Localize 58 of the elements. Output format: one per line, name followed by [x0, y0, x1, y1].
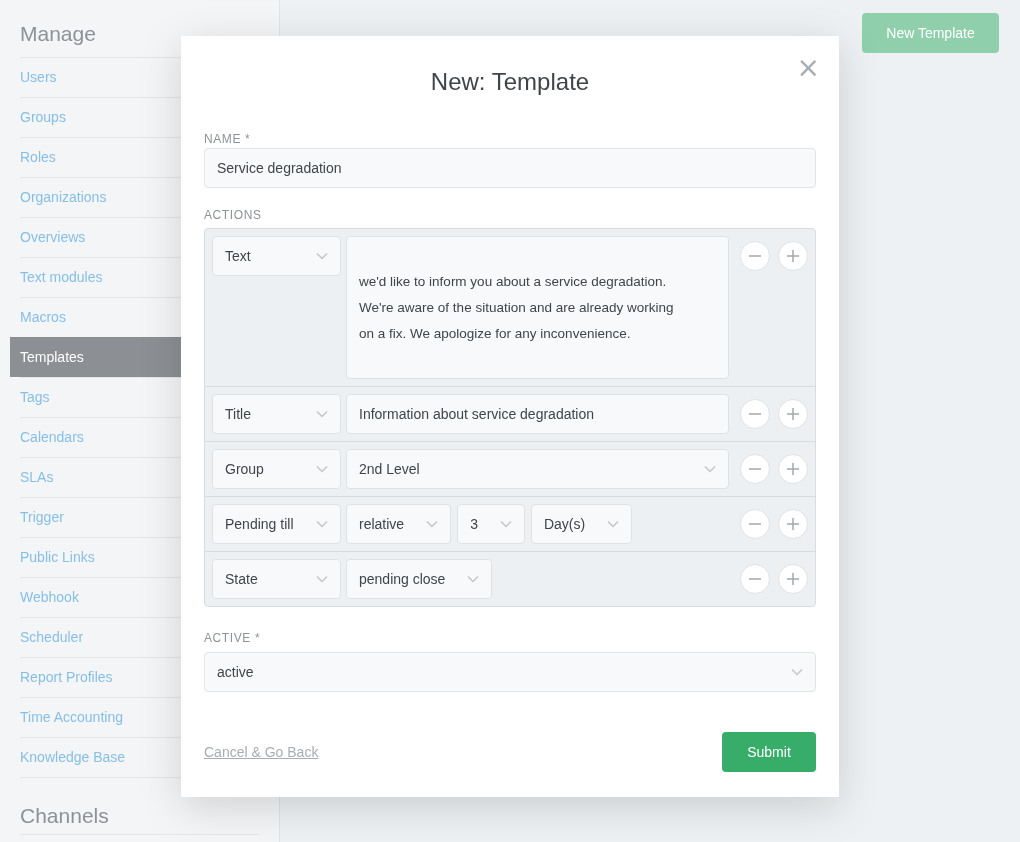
select-field[interactable]: State — [212, 559, 341, 599]
minus-icon — [749, 523, 761, 525]
select-value: relative — [359, 514, 405, 534]
select-field[interactable]: 3 — [457, 504, 525, 544]
add-button[interactable] — [778, 509, 808, 539]
chevron-down-icon — [316, 575, 328, 583]
select-field[interactable]: pending close — [346, 559, 493, 599]
close-button[interactable]: × — [796, 54, 820, 82]
select-field[interactable]: 2nd Level — [346, 449, 729, 489]
select-field[interactable]: Title — [212, 394, 341, 434]
submit-button[interactable]: Submit — [722, 732, 816, 772]
select-value: Day(s) — [543, 514, 586, 534]
remove-button[interactable] — [740, 454, 770, 484]
new-template-button[interactable]: New Template — [862, 13, 999, 53]
chevron-down-icon — [316, 520, 328, 528]
section-heading: Channels — [20, 803, 110, 829]
add-button[interactable] — [778, 454, 808, 484]
chevron-down-icon — [499, 520, 512, 528]
select-field[interactable]: relative — [346, 504, 452, 544]
select-field[interactable]: Group — [212, 449, 341, 489]
select-field[interactable]: Text — [212, 236, 341, 276]
remove-button[interactable] — [740, 399, 770, 429]
section-heading: Manage — [19, 21, 97, 47]
add-button[interactable] — [778, 241, 808, 271]
chevron-down-icon — [316, 252, 328, 260]
add-button[interactable] — [778, 564, 808, 594]
plus-icon — [787, 408, 799, 420]
minus-icon — [749, 578, 761, 580]
chevron-down-icon — [467, 575, 480, 583]
select-value: 2nd Level — [359, 459, 420, 479]
chevron-down-icon — [704, 465, 716, 473]
plus-icon — [787, 250, 799, 262]
plus-icon — [787, 518, 799, 530]
field-label: ACTIVE * — [204, 630, 262, 647]
remove-button[interactable] — [740, 564, 770, 594]
chevron-down-icon — [607, 520, 620, 528]
input-field[interactable]: Information about service degradation — [346, 394, 729, 434]
select-field[interactable]: Pending till — [212, 504, 341, 544]
name-field[interactable]: Service degradation — [204, 148, 816, 188]
active-select[interactable]: active — [204, 652, 816, 692]
modal-title: New: Template — [430, 67, 590, 97]
minus-icon — [749, 468, 761, 470]
remove-button[interactable] — [740, 241, 770, 271]
minus-icon — [749, 255, 761, 257]
plus-icon — [787, 573, 799, 585]
remove-button[interactable] — [740, 509, 770, 539]
chevron-down-icon — [316, 465, 328, 473]
select-field[interactable]: Day(s) — [530, 504, 633, 544]
text-area[interactable]: we'd like to inform you about a service degradation. We're aware of the situation and are already working on a fix. We apologize for any inconvenience. — [346, 236, 729, 379]
chevron-down-icon — [426, 520, 439, 528]
chevron-down-icon — [791, 668, 803, 676]
select-value: pending close — [359, 569, 446, 589]
plus-icon — [787, 463, 799, 475]
select-value: 3 — [470, 514, 478, 534]
add-button[interactable] — [778, 399, 808, 429]
chevron-down-icon — [316, 410, 328, 418]
select-value: active — [217, 662, 254, 682]
minus-icon — [749, 413, 761, 415]
